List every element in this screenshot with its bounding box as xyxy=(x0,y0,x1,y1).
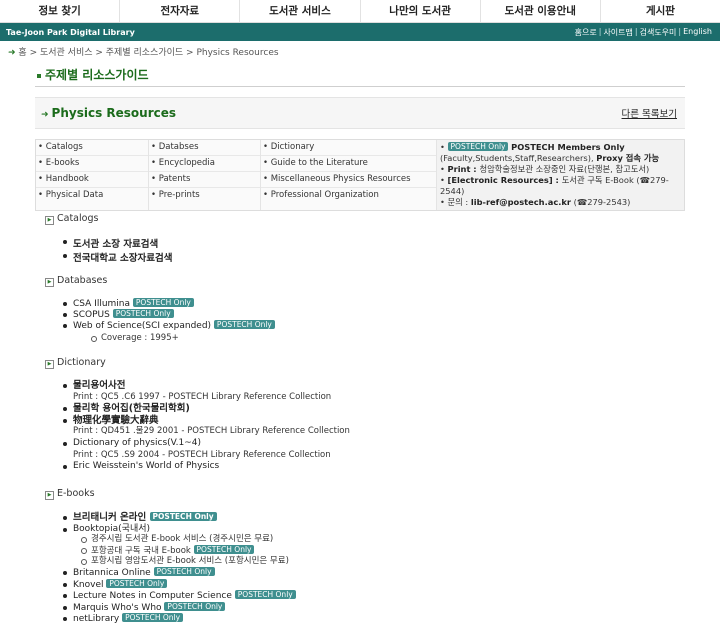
other-list-link[interactable]: 다른 목록보기 xyxy=(622,106,677,120)
postech-only-badge: POSTECH Only xyxy=(213,320,275,329)
breadcrumb: ➜ 홈 > 도서관 서비스 > 주제별 리소스가이드 > Physics Res… xyxy=(8,48,279,58)
home-link[interactable]: 홈으로 xyxy=(573,27,599,38)
postech-only-badge: POSTECH Only xyxy=(164,601,226,611)
expand-box-icon: ▶ xyxy=(45,278,54,287)
category-link-guide[interactable]: • Guide to the Literature xyxy=(261,156,436,172)
postech-only-badge: POSTECH Only xyxy=(447,142,509,151)
print-note: Print : QC5 .C6 1997 - POSTECH Library R… xyxy=(73,391,332,402)
category-link-preprints[interactable]: • Pre-prints xyxy=(149,188,260,203)
list-item[interactable]: 도서관 소장 자료검색 xyxy=(63,236,172,250)
main-content: 주제별 리소스가이드 ➜ Physics Resources 다른 목록보기 • … xyxy=(35,64,685,211)
category-column-3: • Dictionary • Guide to the Literature •… xyxy=(261,140,437,210)
list-item[interactable]: netLibrary POSTECH Only xyxy=(63,613,296,625)
list-item[interactable]: Knovel POSTECH Only xyxy=(63,578,296,591)
section-title: ➜ Physics Resources xyxy=(41,106,177,120)
section-header: ➜ Physics Resources 다른 목록보기 xyxy=(35,97,685,129)
expand-box-icon: ▶ xyxy=(45,491,54,500)
site-brand[interactable]: Tae-Joon Park Digital Library xyxy=(6,28,135,37)
nav-my-library[interactable]: 나만의 도서관 xyxy=(361,0,481,22)
dictionary-list: 물리용어사전 Print : QC5 .C6 1997 - POSTECH Li… xyxy=(63,380,350,473)
postech-only-badge: POSTECH Only xyxy=(193,544,255,554)
category-link-databases[interactable]: • Databses xyxy=(149,140,260,156)
list-item[interactable]: Booktopia(국내서) xyxy=(63,524,296,535)
dictionary-section-label: ▶ Dictionary xyxy=(45,357,106,369)
breadcrumb-home[interactable]: 홈 xyxy=(18,48,26,58)
list-item[interactable]: 물리학 용어집(한국물리학회) xyxy=(63,403,350,415)
databases-list: CSA Illumina POSTECH Only SCOPUS POSTECH… xyxy=(63,298,275,331)
category-link-physical-data[interactable]: • Physical Data xyxy=(36,188,148,203)
utility-links: 홈으로 | 사이트맵 | 검색도우미 | English xyxy=(573,26,714,38)
list-item[interactable]: Web of Science(SCI expanded) POSTECH Onl… xyxy=(63,320,275,331)
sub-list-item[interactable]: 포항시립 영암도서관 E-book 서비스 (포항시민은 무료) xyxy=(63,556,296,567)
breadcrumb-arrow-icon: ➜ xyxy=(8,48,16,58)
title-bullet-icon xyxy=(37,73,41,78)
search-help-link[interactable]: 검색도우미 xyxy=(638,27,679,38)
postech-only-badge: POSTECH Only xyxy=(132,298,194,307)
category-link-patents[interactable]: • Patents xyxy=(149,172,260,188)
list-item[interactable]: 브리태니커 온라인 POSTECH Only xyxy=(63,512,296,524)
nav-library-services[interactable]: 도서관 서비스 xyxy=(240,0,361,22)
page-title: 주제별 리소스가이드 xyxy=(35,64,685,87)
postech-only-badge: POSTECH Only xyxy=(149,512,217,521)
contact-email-link[interactable]: lib-ref@postech.ac.kr xyxy=(471,197,571,207)
print-note: Print : QC5 .S9 2004 - POSTECH Library R… xyxy=(73,449,331,460)
category-link-ebooks[interactable]: • E-books xyxy=(36,156,148,172)
list-item[interactable]: Lecture Notes in Computer Science POSTEC… xyxy=(63,590,296,602)
category-grid: • Catalogs • E-books • Handbook • Physic… xyxy=(35,139,685,211)
category-column-1: • Catalogs • E-books • Handbook • Physic… xyxy=(36,140,149,210)
list-item[interactable]: Dictionary of physics(V.1~4) xyxy=(63,438,350,450)
catalogs-section-label: ▶ Catalogs xyxy=(45,213,98,225)
list-item[interactable]: Eric Weisstein's World of Physics xyxy=(63,461,350,473)
list-item[interactable]: Britannica Online POSTECH Only xyxy=(63,566,296,579)
list-item[interactable]: 전국대학교 소장자료검색 xyxy=(63,250,172,264)
coverage-note: Coverage : 1995+ xyxy=(73,333,179,343)
access-info-panel: • POSTECH Only POSTECH Members Only (Facu… xyxy=(437,140,684,210)
list-item[interactable]: SCOPUS POSTECH Only xyxy=(63,309,275,320)
databases-section-label: ▶ Databases xyxy=(45,275,107,287)
print-note: Print : QD451 .물29 2001 - POSTECH Librar… xyxy=(73,426,350,437)
postech-only-badge: POSTECH Only xyxy=(122,613,184,623)
category-link-misc[interactable]: • Miscellaneous Physics Resources xyxy=(261,172,436,188)
breadcrumb-resource-guide[interactable]: 주제별 리소스가이드 xyxy=(106,48,183,58)
expand-box-icon: ▶ xyxy=(45,216,54,225)
nav-board[interactable]: 게시판 xyxy=(601,0,720,22)
postech-only-badge: POSTECH Only xyxy=(106,578,168,588)
english-link[interactable]: English xyxy=(681,27,714,38)
nav-electronic-resources[interactable]: 전자자료 xyxy=(120,0,241,22)
category-link-professional-org[interactable]: • Professional Organization xyxy=(261,188,436,203)
breadcrumb-current: Physics Resources xyxy=(196,48,279,58)
breadcrumb-library-services[interactable]: 도서관 서비스 xyxy=(40,48,93,58)
category-link-encyclopedia[interactable]: • Encyclopedia xyxy=(149,156,260,172)
category-link-dictionary[interactable]: • Dictionary xyxy=(261,140,436,156)
sub-list-item[interactable]: 경주시립 도서관 E-book 서비스 (경주시민은 무료) xyxy=(63,534,296,545)
nav-info-search[interactable]: 정보 찾기 xyxy=(0,0,121,22)
category-link-handbook[interactable]: • Handbook xyxy=(36,172,148,188)
site-header-bar: Tae-Joon Park Digital Library 홈으로 | 사이트맵 |… xyxy=(0,23,720,41)
top-navigation: 정보 찾기 전자자료 도서관 서비스 나만의 도서관 도서관 이용안내 게시판 xyxy=(0,0,720,23)
ebooks-section-label: ▶ E-books xyxy=(45,488,95,500)
sitemap-link[interactable]: 사이트맵 xyxy=(601,27,634,38)
list-item[interactable]: CSA Illumina POSTECH Only xyxy=(63,298,275,309)
postech-only-badge: POSTECH Only xyxy=(153,566,215,576)
postech-only-badge: POSTECH Only xyxy=(234,590,296,600)
catalogs-list: 도서관 소장 자료검색 전국대학교 소장자료검색 xyxy=(63,236,172,264)
nav-library-guide[interactable]: 도서관 이용안내 xyxy=(481,0,601,22)
postech-only-badge: POSTECH Only xyxy=(112,309,174,318)
category-link-catalogs[interactable]: • Catalogs xyxy=(36,140,148,156)
list-item[interactable]: 物理化學實驗大辭典 xyxy=(63,415,350,427)
ebooks-list: 브리태니커 온라인 POSTECH Only Booktopia(국내서) 경주… xyxy=(63,512,296,625)
sub-list-item[interactable]: 포항공대 구독 국내 E-book POSTECH Only xyxy=(63,544,296,557)
category-column-2: • Databses • Encyclopedia • Patents • Pr… xyxy=(149,140,261,210)
expand-box-icon: ▶ xyxy=(45,360,54,369)
list-item[interactable]: Marquis Who's Who POSTECH Only xyxy=(63,601,296,614)
arrow-right-icon: ➜ xyxy=(41,110,49,120)
list-item[interactable]: 물리용어사전 xyxy=(63,380,350,392)
